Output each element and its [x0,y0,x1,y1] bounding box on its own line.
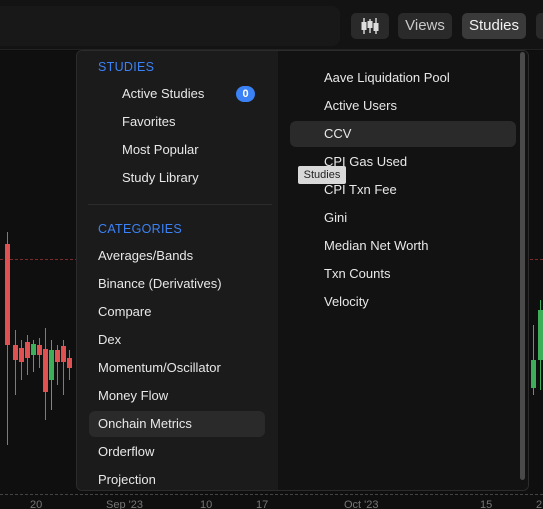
x-tick-label: 15 [480,499,493,509]
study-txn-counts[interactable]: Txn Counts [290,261,516,287]
x-tick-label: Oct '23 [344,499,379,509]
study-velocity[interactable]: Velocity [290,289,516,315]
candle-body [19,348,24,362]
menu-item-favorites[interactable]: Favorites [112,109,262,135]
category-binance-derivatives[interactable]: Binance (Derivatives) [89,271,265,297]
x-tick-label: 2 [536,499,543,509]
studies-tooltip: Studies [298,166,346,184]
x-axis: 20 Sep '23 10 17 Oct '23 15 2 [0,494,543,509]
candle-body [538,310,543,360]
candle-body [61,346,66,362]
study-ccv[interactable]: CCV [290,121,516,147]
study-median-net-worth[interactable]: Median Net Worth [290,233,516,259]
toolbar-overflow-button[interactable] [536,13,543,39]
category-money-flow[interactable]: Money Flow [89,383,265,409]
category-orderflow[interactable]: Orderflow [89,439,265,465]
category-averages-bands[interactable]: Averages/Bands [89,243,265,269]
chart-type-button[interactable] [351,13,389,39]
candle-wick [15,330,16,395]
menu-item-most-popular[interactable]: Most Popular [112,137,262,163]
candle-body [49,350,54,380]
category-onchain-metrics[interactable]: Onchain Metrics [89,411,265,437]
category-momentum-oscillator[interactable]: Momentum/Oscillator [89,355,265,381]
x-tick-label: 10 [200,499,213,509]
candle-body [31,344,36,355]
top-toolbar: Views Studies [0,0,543,50]
candle-body [13,345,18,360]
studies-button[interactable]: Studies [462,13,526,39]
category-projection[interactable]: Projection [89,467,265,493]
menu-divider [88,204,272,205]
candle-body [67,358,72,368]
views-button[interactable]: Views [398,13,452,39]
x-tick-label: 17 [256,499,269,509]
toolbar-left-pane [0,6,340,46]
candle-body [55,350,60,362]
candle-body [5,244,10,345]
candle-body [531,360,536,388]
study-list-scrollbar[interactable] [520,52,525,480]
studies-section-header: STUDIES [98,60,155,74]
active-studies-count-badge: 0 [236,86,255,102]
study-gini[interactable]: Gini [290,205,516,231]
menu-item-study-library[interactable]: Study Library [112,165,262,191]
candle-body [37,345,42,355]
x-tick-label: 20 [30,499,43,509]
category-compare[interactable]: Compare [89,299,265,325]
study-active-users[interactable]: Active Users [290,93,516,119]
candle-body [25,342,30,358]
x-tick-label: Sep '23 [106,499,143,509]
study-aave-liquidation-pool[interactable]: Aave Liquidation Pool [290,65,516,91]
category-dex[interactable]: Dex [89,327,265,353]
categories-section-header: CATEGORIES [98,222,183,236]
candle-body [43,349,48,392]
candlestick-icon [361,18,379,34]
